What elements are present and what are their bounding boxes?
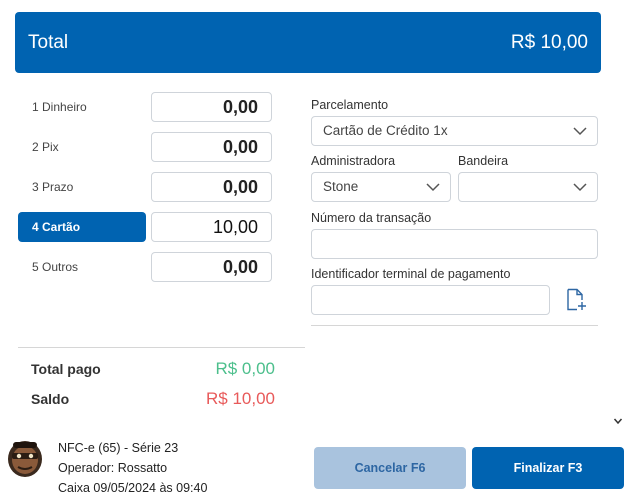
payment-amount-cartao[interactable]: 10,00: [151, 212, 272, 242]
parcelamento-label: Parcelamento: [311, 98, 389, 112]
total-value: R$ 10,00: [510, 31, 588, 53]
chevron-down-icon: [573, 183, 587, 192]
terminal-input[interactable]: [311, 285, 550, 315]
saldo-value: R$ 10,00: [206, 389, 275, 408]
saldo-label: Saldo: [31, 391, 70, 407]
payment-row-pix: 2 Pix 0,00: [18, 132, 272, 162]
administradora-select[interactable]: Stone: [311, 172, 451, 202]
summary-divider: [18, 347, 305, 348]
parcelamento-select[interactable]: Cartão de Crédito 1x: [311, 116, 598, 146]
total-title: Total: [28, 31, 69, 53]
cancel-button[interactable]: Cancelar F6: [314, 447, 466, 489]
form-divider: [311, 325, 598, 326]
payment-amount-prazo[interactable]: 0,00: [151, 172, 272, 202]
bandeira-label: Bandeira: [458, 154, 509, 168]
total-pago-value: R$ 0,00: [215, 359, 275, 378]
payment-amount-dinheiro[interactable]: 0,00: [151, 92, 272, 122]
parcelamento-value: Cartão de Crédito 1x: [323, 123, 448, 138]
payment-method-cartao[interactable]: 4 Cartão: [18, 212, 146, 242]
operator-avatar: [8, 441, 42, 477]
payment-method-prazo[interactable]: 3 Prazo: [18, 172, 146, 202]
administradora-label: Administradora: [311, 154, 396, 168]
payment-row-prazo: 3 Prazo 0,00: [18, 172, 272, 202]
caixa-info: Caixa 09/05/2024 às 09:40: [58, 481, 208, 495]
total-pago-label: Total pago: [31, 361, 101, 377]
payment-method-pix[interactable]: 2 Pix: [18, 132, 146, 162]
administradora-value: Stone: [323, 179, 359, 194]
bandeira-select[interactable]: [458, 172, 598, 202]
payment-method-dinheiro[interactable]: 1 Dinheiro: [18, 92, 146, 122]
operator-info: Operador: Rossatto: [58, 461, 168, 475]
payment-row-dinheiro: 1 Dinheiro 0,00: [18, 92, 272, 122]
chevron-down-icon: [426, 183, 440, 192]
payment-row-outros: 5 Outros 0,00: [18, 252, 272, 282]
chevron-down-icon: [573, 127, 587, 136]
finish-button[interactable]: Finalizar F3: [472, 447, 624, 489]
payment-amount-pix[interactable]: 0,00: [151, 132, 272, 162]
payment-method-outros[interactable]: 5 Outros: [18, 252, 146, 282]
scroll-down-icon[interactable]: [613, 416, 623, 426]
payment-row-cartao: 4 Cartão 10,00: [18, 212, 272, 242]
payment-amount-outros[interactable]: 0,00: [151, 252, 272, 282]
file-add-icon[interactable]: [565, 288, 587, 312]
transacao-input[interactable]: [311, 229, 598, 259]
terminal-label: Identificador terminal de pagamento: [311, 267, 511, 281]
transacao-label: Número da transação: [311, 211, 432, 225]
nfce-info: NFC-e (65) - Série 23: [58, 441, 179, 455]
total-header: Total R$ 10,00: [15, 12, 601, 73]
